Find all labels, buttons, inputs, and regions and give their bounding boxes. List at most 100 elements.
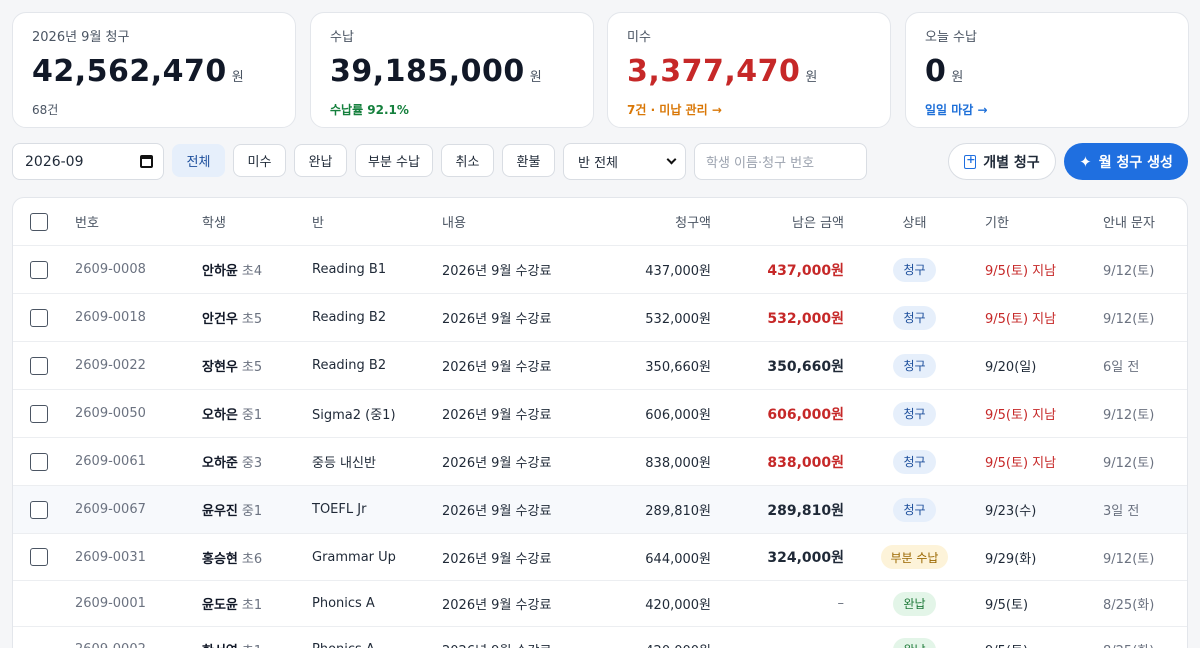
billing-table: 번호 학생 반 내용 청구액 남은 금액 상태 기한 안내 문자 2609-00…	[12, 197, 1188, 648]
filter-toolbar: 2026-09 전체 미수 완납 부분 수납 취소 환불 반 전체 학생 이름·…	[12, 143, 1188, 181]
select-all-checkbox[interactable]	[30, 212, 48, 231]
unpaid-card: 미수 3,377,470 원 7건 · 미납 관리 →	[607, 12, 891, 128]
row-checkbox[interactable]	[30, 548, 48, 566]
bill-number: 2609-0022	[75, 358, 146, 373]
filter-all[interactable]: 전체	[172, 144, 225, 177]
collection-rate: 수납률 92.1%	[330, 103, 409, 117]
table-row[interactable]: 2609-0031 홍승현 초6 Grammar Up 2026년 9월 수강료 …	[13, 534, 1187, 581]
row-checkbox[interactable]	[30, 260, 48, 279]
col-due: 기한	[985, 216, 1009, 231]
status-badge: 청구	[893, 497, 936, 522]
bill-content: 2026년 9월 수강료	[442, 264, 552, 279]
remaining-amount: 350,660원	[767, 358, 844, 375]
billed-amount: 532,000원	[645, 312, 711, 327]
student-name[interactable]: 오하은	[202, 404, 238, 423]
bill-content: 2026년 9월 수강료	[442, 504, 552, 519]
collected-amount: 39,185,000	[330, 54, 525, 89]
billed-amount: 350,660원	[645, 360, 711, 375]
table-row[interactable]: 2609-0002 한서연 초1 Phonics A 2026년 9월 수강료 4…	[13, 627, 1187, 648]
col-status: 상태	[902, 216, 927, 231]
status-badge: 청구	[893, 305, 936, 330]
due-date: 9/5(토) 지남	[985, 408, 1057, 423]
sparkle-icon: ✦	[1079, 152, 1092, 171]
table-row[interactable]: 2609-0067 윤우진 중1 TOEFL Jr 2026년 9월 수강료 28…	[13, 486, 1187, 534]
col-notice: 안내 문자	[1103, 216, 1155, 231]
filter-cancelled[interactable]: 취소	[441, 144, 494, 177]
daily-close-link[interactable]: 일일 마감 →	[925, 101, 1169, 118]
month-picker[interactable]: 2026-09	[12, 143, 164, 180]
class-name: TOEFL Jr	[312, 502, 367, 517]
remaining-amount: 289,810원	[767, 502, 844, 519]
student-name[interactable]: 안건우	[202, 308, 238, 327]
table-row[interactable]: 2609-0001 윤도윤 초1 Phonics A 2026년 9월 수강료 4…	[13, 581, 1187, 627]
table-row[interactable]: 2609-0022 장현우 초5 Reading B2 2026년 9월 수강료 …	[13, 342, 1187, 390]
notice-date: 6일 전	[1103, 360, 1140, 375]
billing-card-label: 2026년 9월 청구	[32, 30, 130, 45]
notice-date: 9/12(토)	[1103, 408, 1155, 423]
class-select[interactable]: 반 전체	[563, 143, 686, 180]
table-row[interactable]: 2609-0050 오하은 중1 Sigma2 (중1) 2026년 9월 수강료…	[13, 390, 1187, 438]
col-billed: 청구액	[675, 216, 711, 231]
status-badge: 청구	[893, 401, 936, 426]
billed-amount: 420,000원	[593, 627, 711, 648]
today-collected-card: 오늘 수납 0 원 일일 마감 →	[905, 12, 1189, 128]
row-checkbox[interactable]	[30, 404, 48, 423]
table-row[interactable]: 2609-0018 안건우 초5 Reading B2 2026년 9월 수강료 …	[13, 294, 1187, 342]
collected-unit: 원	[529, 70, 542, 85]
collected-card: 수납 39,185,000 원 수납률 92.1%	[310, 12, 594, 128]
remaining-amount: 532,000원	[767, 310, 844, 327]
month-picker-value: 2026-09	[25, 153, 84, 170]
student-name[interactable]: 안하윤	[202, 260, 238, 279]
filter-paid[interactable]: 완납	[294, 144, 347, 177]
col-number: 번호	[75, 216, 99, 231]
single-bill-button[interactable]: 개별 청구	[948, 143, 1056, 180]
bill-content: 2026년 9월 수강료	[442, 456, 552, 471]
student-name[interactable]: 윤도윤	[202, 594, 238, 613]
student-name[interactable]: 오하준	[202, 452, 238, 471]
student-grade: 초5	[241, 312, 263, 327]
status-badge: 완납	[893, 591, 936, 616]
filter-refunded[interactable]: 환불	[502, 144, 555, 177]
collected-card-label: 수납	[330, 30, 354, 45]
monthly-bill-button[interactable]: ✦ 월 청구 생성	[1064, 143, 1188, 180]
filter-unpaid[interactable]: 미수	[233, 144, 286, 177]
bill-content: 2026년 9월 수강료	[442, 551, 552, 567]
row-checkbox[interactable]	[30, 452, 48, 471]
student-name[interactable]: 장현우	[202, 356, 238, 375]
single-bill-label: 개별 청구	[983, 154, 1040, 171]
billed-amount: 606,000원	[645, 408, 711, 423]
remaining-amount: 606,000원	[767, 406, 844, 423]
notice-date: 9/12(토)	[1103, 456, 1155, 471]
search-input[interactable]: 학생 이름·청구 번호	[694, 143, 867, 180]
due-date: 9/5(토) 지남	[985, 264, 1057, 279]
bill-number: 2609-0031	[75, 549, 146, 565]
bill-number: 2609-0018	[75, 310, 146, 325]
row-checkbox[interactable]	[30, 308, 48, 327]
due-date: 9/29(화)	[985, 551, 1037, 567]
row-checkbox[interactable]	[30, 356, 48, 375]
filter-partial[interactable]: 부분 수납	[355, 144, 433, 177]
student-name[interactable]: 한서연	[202, 640, 238, 648]
billing-unit: 원	[231, 70, 244, 85]
remaining-amount: 324,000원	[767, 550, 844, 566]
due-date: 9/5(토)	[985, 627, 1028, 648]
calendar-icon[interactable]	[140, 155, 153, 168]
unpaid-card-label: 미수	[627, 30, 651, 45]
unpaid-management-link[interactable]: 7건 · 미납 관리 →	[627, 101, 871, 118]
notice-date: 8/25(화)	[1103, 598, 1155, 613]
remaining-amount: 838,000원	[767, 454, 844, 471]
row-checkbox[interactable]	[30, 500, 48, 519]
unpaid-amount: 3,377,470	[627, 54, 801, 89]
monthly-bill-label: 월 청구 생성	[1098, 154, 1173, 171]
bill-number: 2609-0050	[75, 406, 146, 421]
table-row[interactable]: 2609-0008 안하윤 초4 Reading B1 2026년 9월 수강료 …	[13, 246, 1187, 294]
status-badge: 청구	[893, 449, 936, 474]
student-name[interactable]: 홍승현	[202, 548, 238, 567]
bill-number: 2609-0067	[75, 502, 146, 517]
table-row[interactable]: 2609-0061 오하준 중3 중등 내신반 2026년 9월 수강료 838,…	[13, 438, 1187, 486]
bill-content: 2026년 9월 수강료	[442, 598, 552, 613]
bill-content: 2026년 9월 수강료	[442, 312, 552, 327]
col-content: 내용	[442, 216, 466, 231]
status-badge: 청구	[893, 353, 936, 378]
student-name[interactable]: 윤우진	[202, 500, 238, 519]
